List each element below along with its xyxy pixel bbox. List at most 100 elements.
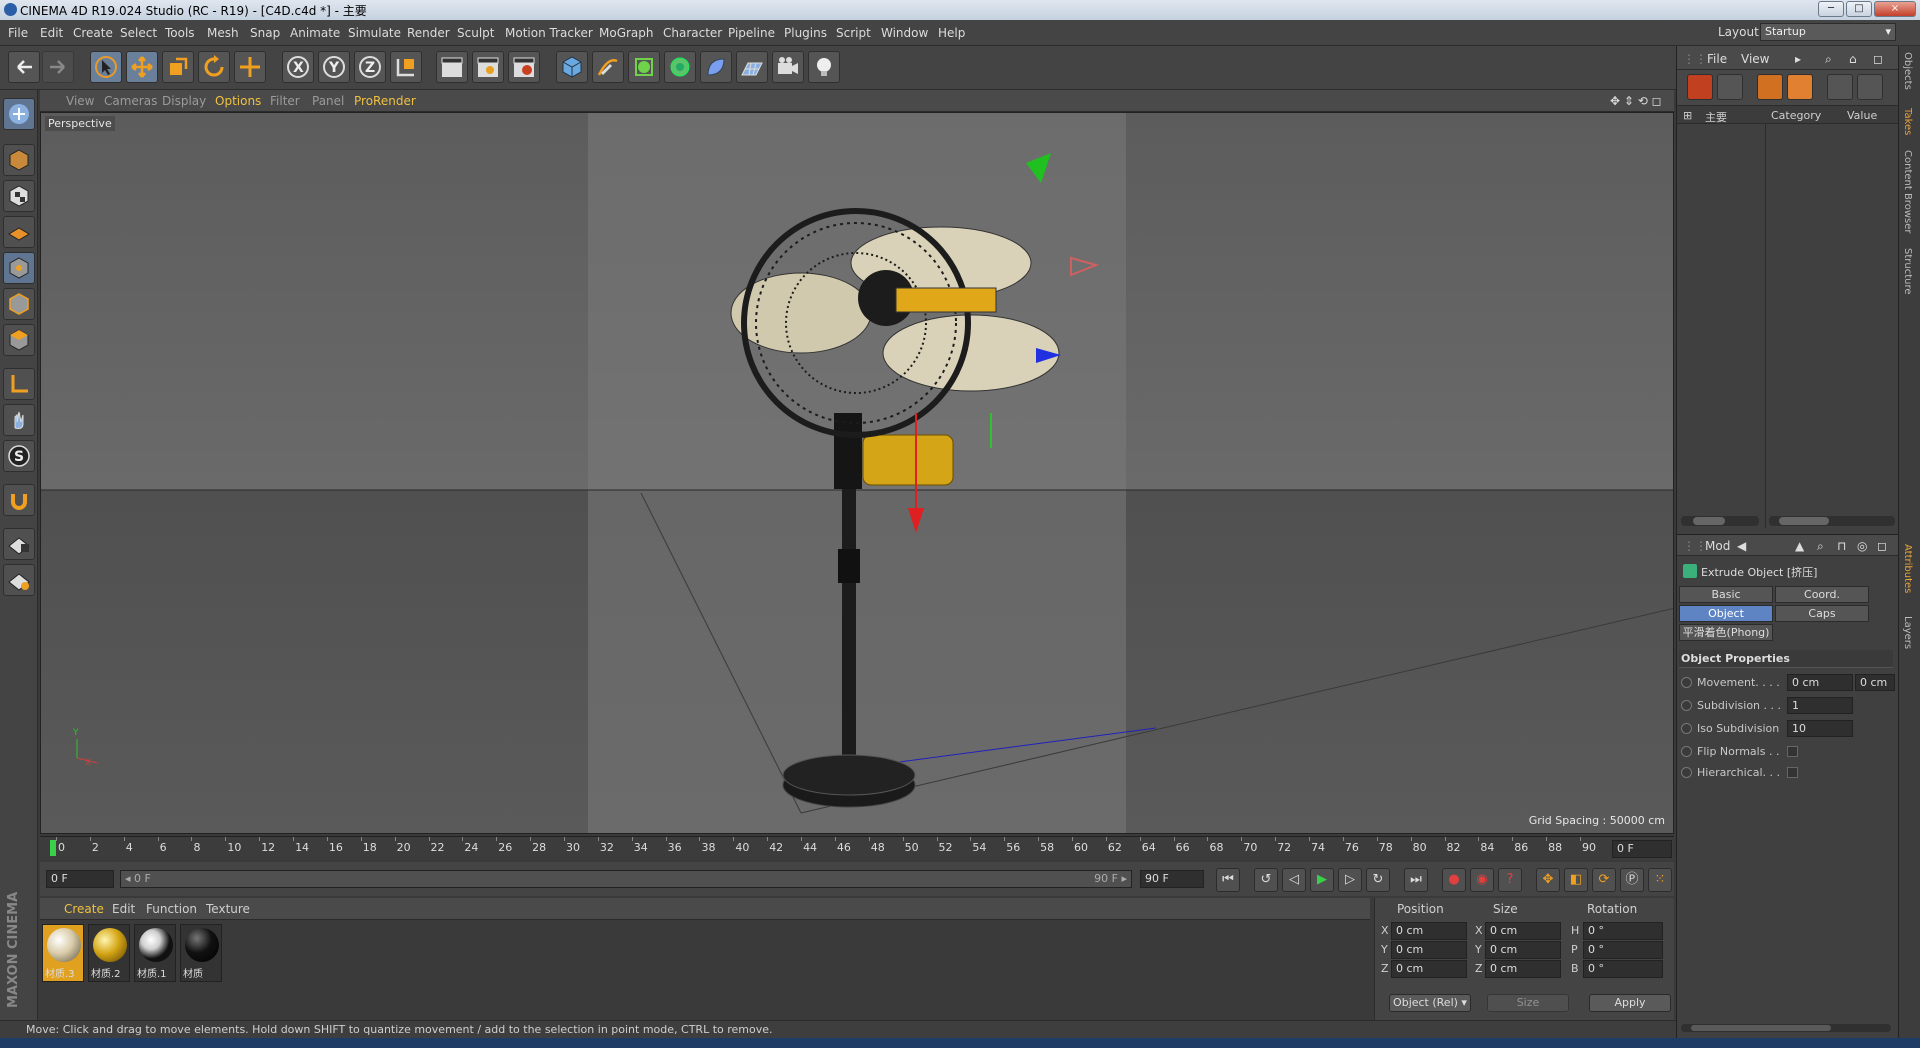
viewport-menu-panel[interactable]: Panel [312,94,344,108]
keyframe-dot-icon[interactable] [1681,677,1692,688]
recent-tool-button[interactable] [234,51,266,83]
menu-mesh[interactable]: Mesh [207,26,239,40]
maximize-button[interactable]: □ [1846,1,1872,17]
snap-button[interactable]: S [3,440,35,472]
render-picture-viewer-button[interactable] [472,51,504,83]
prev-frame-button[interactable]: ◁ [1282,868,1306,892]
material-menu-edit[interactable]: Edit [112,902,135,916]
workplane-mode-button[interactable] [3,216,35,248]
object-hscrollbar[interactable] [1681,516,1759,526]
cloth-tag-button[interactable] [1857,74,1883,100]
menu-snap[interactable]: Snap [250,26,280,40]
key-scale-button[interactable]: ◧ [1564,868,1588,892]
object-menu-view[interactable]: View [1741,52,1769,66]
rotate-tool-button[interactable] [198,51,230,83]
z-axis-button[interactable]: Z [354,51,386,83]
menu-sculpt[interactable]: Sculpt [457,26,494,40]
search-icon[interactable]: ⌕ [1817,539,1824,554]
minimize-button[interactable]: ─ [1818,1,1844,17]
prev-key-button[interactable]: ↺ [1254,868,1278,892]
menu-simulate[interactable]: Simulate [348,26,401,40]
attribute-hscrollbar[interactable] [1681,1024,1891,1032]
tab-basic[interactable]: Basic [1679,586,1773,603]
menu-window[interactable]: Window [881,26,928,40]
viewport-menu-options[interactable]: Options [215,94,261,108]
keyframe-dot-icon[interactable] [1681,700,1692,711]
model-mode-button[interactable] [3,144,35,176]
material-menu-create[interactable]: Create [64,902,104,916]
menu-motion-tracker[interactable]: Motion Tracker [505,26,593,40]
timeline-end-field[interactable]: 0 F [1612,840,1672,858]
undo-button[interactable] [8,51,40,83]
key-position-button[interactable]: ✥ [1536,868,1560,892]
go-to-start-button[interactable]: ⏮ [1216,868,1240,892]
cloner-button[interactable] [664,51,696,83]
rotation-field[interactable]: 0 ° [1583,922,1663,940]
material-swatch[interactable]: 材质.3 [42,924,84,982]
object-menu-file[interactable]: File [1707,52,1727,66]
edges-mode-button[interactable] [3,288,35,320]
render-settings-button[interactable] [508,51,540,83]
coord-mode-dropdown[interactable]: Object (Rel) ▾ [1389,994,1471,1012]
tab-coord[interactable]: Coord. [1775,586,1869,603]
material-swatch[interactable]: 材质 [180,924,222,982]
scale-tool-button[interactable] [162,51,194,83]
object-hscrollbar-right[interactable] [1769,516,1895,526]
arrow-left-icon[interactable]: ◀ [1737,539,1746,553]
side-tab-structure[interactable]: Structure [1902,248,1913,295]
axis-mode-button[interactable] [3,368,35,400]
tab-phong[interactable]: 平滑着色(Phong) [1679,624,1773,641]
object-column-value[interactable]: Value [1847,109,1877,122]
material-menu-texture[interactable]: Texture [206,902,250,916]
polygons-mode-button[interactable] [3,324,35,356]
max-frame-field[interactable]: 90 F [1140,870,1204,888]
record-button[interactable]: ● [1442,868,1466,892]
texture-mode-button[interactable] [3,180,35,212]
next-key-button[interactable]: ↻ [1366,868,1390,892]
menu-file[interactable]: File [8,26,28,40]
keyframe-dot-icon[interactable] [1681,767,1692,778]
apply-button[interactable]: Apply [1589,994,1671,1012]
scrollbar-thumb[interactable] [1693,517,1725,525]
hierarchical-checkbox[interactable] [1787,767,1798,778]
object-column-name[interactable]: 主要 [1705,109,1727,125]
menu-plugins[interactable]: Plugins [784,26,827,40]
menu-animate[interactable]: Animate [290,26,340,40]
flip-normals-checkbox[interactable] [1787,746,1798,757]
material-tag-button[interactable] [1757,74,1783,100]
scrollbar-thumb[interactable] [1691,1025,1831,1031]
tab-caps[interactable]: Caps [1775,605,1869,622]
menu-tools[interactable]: Tools [165,26,195,40]
coordinate-system-button[interactable] [390,51,422,83]
new-window-icon[interactable]: ◻ [1873,52,1883,66]
viewport-menu-view[interactable]: View [66,94,94,108]
close-button[interactable]: × [1874,1,1916,17]
subdivision-surface-button[interactable] [628,51,660,83]
side-tab-objects[interactable]: Objects [1902,52,1913,90]
key-parameter-button[interactable]: Ⓟ [1620,868,1644,892]
target-icon[interactable]: ◎ [1857,539,1867,553]
material-swatch[interactable]: 材质.2 [88,924,130,982]
menu-edit[interactable]: Edit [40,26,63,40]
playhead[interactable] [50,840,56,856]
preview-range-slider[interactable]: ◂ 0 F 90 F ▸ [120,870,1132,888]
side-tab-layers[interactable]: Layers [1902,616,1913,649]
search-icon[interactable]: ⌕ [1825,52,1832,67]
home-icon[interactable]: ⌂ [1849,52,1857,66]
render-view-button[interactable] [436,51,468,83]
tweak-mode-button[interactable] [3,404,35,436]
menu-create[interactable]: Create [73,26,113,40]
viewport-menu-cameras[interactable]: Cameras [104,94,157,108]
make-editable-button[interactable] [3,98,35,130]
tag-button[interactable] [1717,74,1743,100]
position-field[interactable]: 0 cm [1391,960,1467,978]
points-mode-button[interactable] [3,252,35,284]
arrow-up-icon[interactable]: ▲ [1795,539,1804,553]
magnet-button[interactable] [3,484,35,516]
size-field[interactable]: 0 cm [1485,941,1561,959]
menu-pipeline[interactable]: Pipeline [728,26,775,40]
x-axis-button[interactable]: X [282,51,314,83]
y-axis-button[interactable]: Y [318,51,350,83]
camera-button[interactable] [772,51,804,83]
play-button[interactable]: ▶ [1310,868,1334,892]
